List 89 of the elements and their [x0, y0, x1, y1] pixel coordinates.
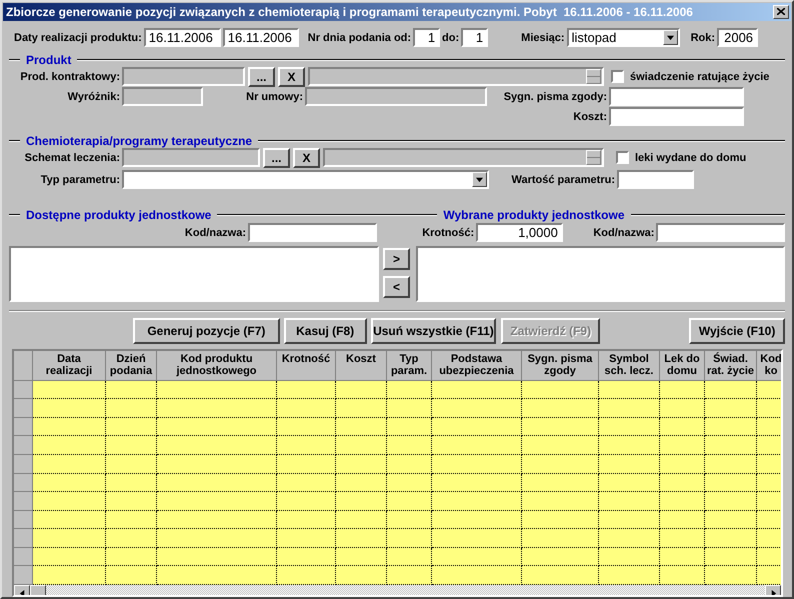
action-button[interactable]: Kasuj (F8) — [284, 318, 367, 344]
search-field[interactable] — [656, 223, 785, 242]
selected-list[interactable] — [416, 246, 785, 302]
group-title: Wybrane produkty jednostkowe — [442, 208, 626, 222]
row-header[interactable] — [14, 566, 33, 586]
field-label: Nr umowy: — [245, 90, 303, 103]
group-title: Dostępne produkty jednostkowe — [25, 208, 212, 222]
field-label: Kod/nazwa: — [592, 226, 654, 239]
field-label: Rok: — [690, 32, 716, 44]
table-row[interactable] — [33, 548, 781, 566]
consent-field[interactable] — [609, 87, 744, 106]
checkbox[interactable] — [611, 70, 624, 84]
window-title: Zbiorcze generowanie pozycji związanych z chemioterapią i programami terapeutycznymi. Pobyt 16.11.2006 - 16.11.2006 — [6, 4, 693, 19]
column-header[interactable]: Sygn. pisma zgody — [522, 350, 599, 381]
field-label: Nr dnia podania od: — [308, 32, 412, 44]
field-label: Kod/nazwa: — [184, 226, 246, 239]
move-button[interactable]: < — [383, 276, 410, 298]
column-header[interactable]: Kod produktu jednostkowego — [157, 350, 277, 381]
parameter-value-field[interactable] — [617, 170, 694, 190]
row-header[interactable] — [14, 436, 33, 455]
caret-icon — [666, 34, 674, 42]
table-row[interactable] — [33, 510, 781, 530]
parameter-type-dropdown[interactable] — [122, 170, 489, 190]
field-label: Koszt: — [572, 110, 607, 123]
table-row[interactable] — [33, 566, 781, 586]
field-label: Typ parametru: — [40, 174, 120, 186]
row-header[interactable] — [14, 454, 33, 474]
column-header[interactable]: Świad. rat. życie — [705, 350, 757, 381]
checkbox[interactable] — [616, 151, 629, 164]
field-label: Daty realizacji produktu: — [14, 32, 142, 44]
browse-button[interactable]: ... — [248, 66, 275, 87]
year-field[interactable]: 2006 — [717, 28, 758, 48]
row-header[interactable] — [14, 492, 33, 511]
move-button[interactable]: > — [383, 248, 410, 270]
table-row[interactable] — [33, 436, 781, 455]
date-field[interactable]: 16.11.2006 — [144, 28, 221, 48]
group-title: Produkt — [25, 52, 72, 67]
row-header[interactable] — [14, 399, 33, 418]
column-header[interactable]: Koszt — [336, 350, 387, 381]
table-row[interactable] — [33, 418, 781, 436]
close-button[interactable] — [773, 4, 789, 19]
left-arrow-icon — [18, 590, 26, 595]
action-button[interactable]: Wyjście (F10) — [689, 318, 785, 344]
row-header[interactable] — [14, 474, 33, 492]
clear-button[interactable]: X — [278, 66, 305, 87]
column-header[interactable]: Data realizacji — [33, 350, 106, 381]
date-field[interactable]: 16.11.2006 — [222, 28, 299, 48]
column-header[interactable]: Symbol sch. lecz. — [599, 350, 660, 381]
row-header[interactable] — [14, 510, 33, 530]
search-field[interactable] — [248, 223, 377, 242]
field-label: Wyróżnik: — [66, 90, 120, 103]
column-header[interactable]: Krotność — [277, 350, 336, 381]
caret-icon — [476, 176, 483, 184]
checkbox-label: świadczenie ratujące życie — [630, 70, 770, 83]
column-header[interactable]: Dzień podania — [106, 350, 157, 381]
month-dropdown[interactable]: listopad — [566, 28, 680, 48]
column-header[interactable]: Podstawa ubezpieczenia — [432, 350, 522, 381]
action-button[interactable]: Usuń wszystkie (F11) — [370, 318, 496, 344]
group-title: Chemioterapia/programy terapeutyczne — [25, 134, 254, 148]
column-header[interactable]: Lek do domu — [660, 350, 705, 381]
day-field[interactable]: 1 — [413, 28, 440, 48]
field-label: Krotność: — [421, 226, 474, 239]
right-arrow-icon — [770, 590, 776, 595]
field-label: Miesiąc: — [521, 32, 565, 44]
field-label: Prod. kontraktowy: — [19, 70, 120, 83]
browse-button[interactable]: ... — [263, 148, 290, 168]
row-header[interactable] — [14, 380, 33, 400]
row-header[interactable] — [14, 418, 33, 436]
checkbox-label: leki wydane do domu — [635, 152, 746, 164]
field-label: Schemat leczenia: — [24, 152, 120, 164]
table-row[interactable] — [33, 492, 781, 511]
field-label: Sygn. pisma zgody: — [502, 90, 607, 103]
field-label: do: — [442, 32, 460, 44]
available-list[interactable] — [9, 246, 379, 302]
table-row[interactable] — [33, 454, 781, 474]
column-header[interactable]: Typ param. — [387, 350, 432, 381]
table-row[interactable] — [33, 474, 781, 492]
table-row[interactable] — [33, 380, 781, 400]
row-header[interactable] — [14, 548, 33, 566]
field-label: Wartość parametru: — [510, 174, 615, 186]
day-field[interactable]: 1 — [461, 28, 488, 48]
cost-field[interactable] — [609, 107, 744, 126]
action-button[interactable]: Generuj pozycje (F7) — [133, 318, 280, 344]
clear-button[interactable]: X — [293, 148, 320, 168]
close-icon — [777, 8, 785, 16]
multiplicity-field[interactable]: 1,0000 — [476, 223, 563, 242]
table-row[interactable] — [33, 399, 781, 418]
row-header[interactable] — [14, 529, 33, 548]
table-row[interactable] — [33, 529, 781, 548]
